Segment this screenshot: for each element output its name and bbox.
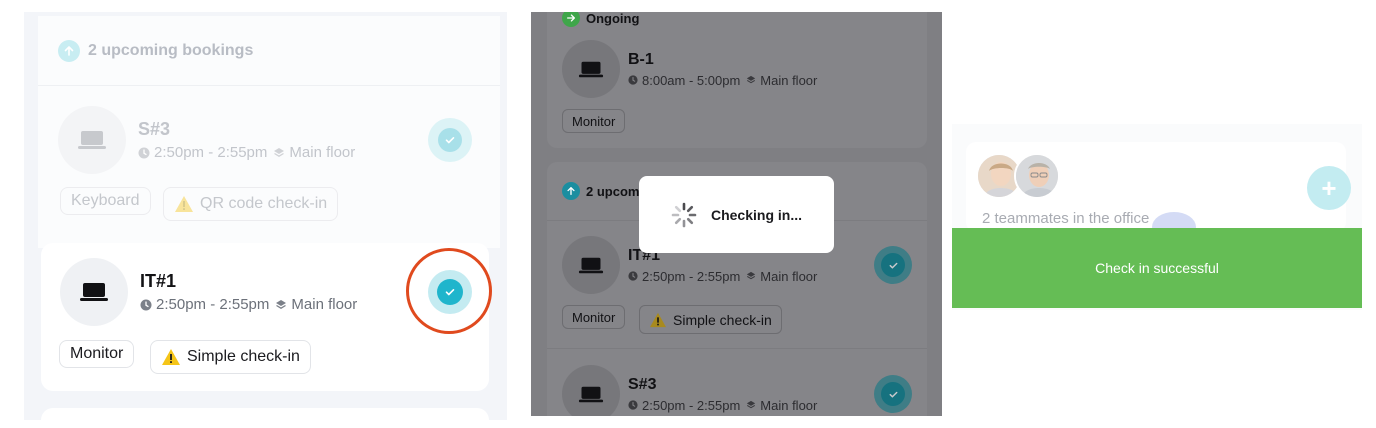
add-button[interactable]: + xyxy=(1307,166,1351,210)
clock-icon xyxy=(138,147,150,158)
plus-icon: + xyxy=(1321,172,1337,203)
upcoming-header: 2 upcom xyxy=(562,182,639,200)
upcoming-count-label: 2 upcom xyxy=(586,183,640,199)
check-icon xyxy=(889,262,897,269)
amenity-tag: Monitor xyxy=(562,305,626,329)
booking-item[interactable]: B-1 8:00am - 5:00pm Main floor xyxy=(562,40,817,98)
arrow-up-icon xyxy=(562,182,580,200)
arrow-right-icon xyxy=(562,12,580,27)
booking-time: 2:50pm - 2:55pm xyxy=(154,144,268,161)
laptop-icon xyxy=(58,106,126,174)
ongoing-label: Ongoing xyxy=(586,12,640,26)
amenity-tag: Monitor xyxy=(562,109,626,133)
upcoming-count-label: 2 upcoming bookings xyxy=(88,42,254,59)
divider xyxy=(38,85,500,86)
layers-icon xyxy=(747,271,756,280)
check-in-success-panel: + 2 teammates in the office Check in suc… xyxy=(952,124,1362,310)
check-in-button[interactable] xyxy=(874,246,912,284)
checkin-type-tag: Simple check-in xyxy=(639,305,782,334)
success-toast: Check in successful xyxy=(952,228,1362,308)
booking-floor: Main floor xyxy=(760,72,818,88)
booking-time: 8:00am - 5:00pm xyxy=(642,72,741,88)
booking-item[interactable]: IT#1 2:50pm - 2:55pm Main floor xyxy=(60,258,357,326)
booking-floor: Main floor xyxy=(760,397,818,413)
divider xyxy=(547,348,927,349)
booking-floor: Main floor xyxy=(760,268,818,284)
room-name: S#3 xyxy=(628,375,657,393)
layers-icon xyxy=(747,75,756,84)
booking-time: 2:50pm - 2:55pm xyxy=(156,296,270,313)
booking-floor: Main floor xyxy=(291,296,358,313)
checking-in-modal: Checking in... xyxy=(639,176,834,253)
booking-time: 2:50pm - 2:55pm xyxy=(642,268,741,284)
check-in-button[interactable] xyxy=(428,118,472,162)
booking-item[interactable]: S#3 2:50pm - 2:55pm Main floor xyxy=(562,365,817,416)
checking-in-panel: Ongoing B-1 8:00am - 5:00pm Main floor M… xyxy=(531,12,942,416)
checkin-type-tag: QR code check-in xyxy=(163,187,339,221)
teammates-label: 2 teammates in the office xyxy=(982,210,1150,227)
booking-item[interactable]: S#3 2:50pm - 2:55pm Main floor xyxy=(58,106,355,174)
clock-icon xyxy=(628,400,638,410)
layers-icon xyxy=(276,299,287,309)
clock-icon xyxy=(628,75,638,85)
room-name: S#3 xyxy=(138,119,171,139)
next-card xyxy=(41,408,489,420)
laptop-icon xyxy=(562,365,620,416)
booking-time: 2:50pm - 2:55pm xyxy=(642,397,741,413)
amenity-tag: Keyboard xyxy=(60,187,151,215)
clock-icon xyxy=(140,299,152,310)
check-in-button[interactable] xyxy=(874,375,912,413)
warning-icon xyxy=(650,312,666,327)
checkin-type-tag: Simple check-in xyxy=(150,340,311,374)
laptop-icon xyxy=(562,40,620,98)
arrow-up-icon xyxy=(58,40,80,62)
modal-message: Checking in... xyxy=(710,206,802,223)
laptop-icon xyxy=(562,236,620,294)
layers-icon xyxy=(274,147,285,157)
clock-icon xyxy=(628,271,638,281)
check-icon xyxy=(889,391,897,398)
room-name: B-1 xyxy=(628,50,654,68)
warning-icon xyxy=(162,349,180,365)
avatar xyxy=(1014,153,1060,199)
booking-floor: Main floor xyxy=(289,144,356,161)
layers-icon xyxy=(747,400,756,409)
upcoming-header: 2 upcoming bookings xyxy=(58,40,253,62)
toast-message: Check in successful xyxy=(1095,260,1219,276)
booking-list-panel: 2 upcoming bookings S#3 2:50pm - 2:55pm … xyxy=(24,12,507,420)
ongoing-header: Ongoing xyxy=(562,12,639,27)
spinner-icon xyxy=(671,202,697,227)
warning-icon xyxy=(175,196,193,212)
check-icon xyxy=(445,137,455,144)
highlight-circle xyxy=(406,248,492,334)
laptop-icon xyxy=(60,258,128,326)
room-name: IT#1 xyxy=(140,271,177,291)
amenity-tag: Monitor xyxy=(59,340,135,368)
